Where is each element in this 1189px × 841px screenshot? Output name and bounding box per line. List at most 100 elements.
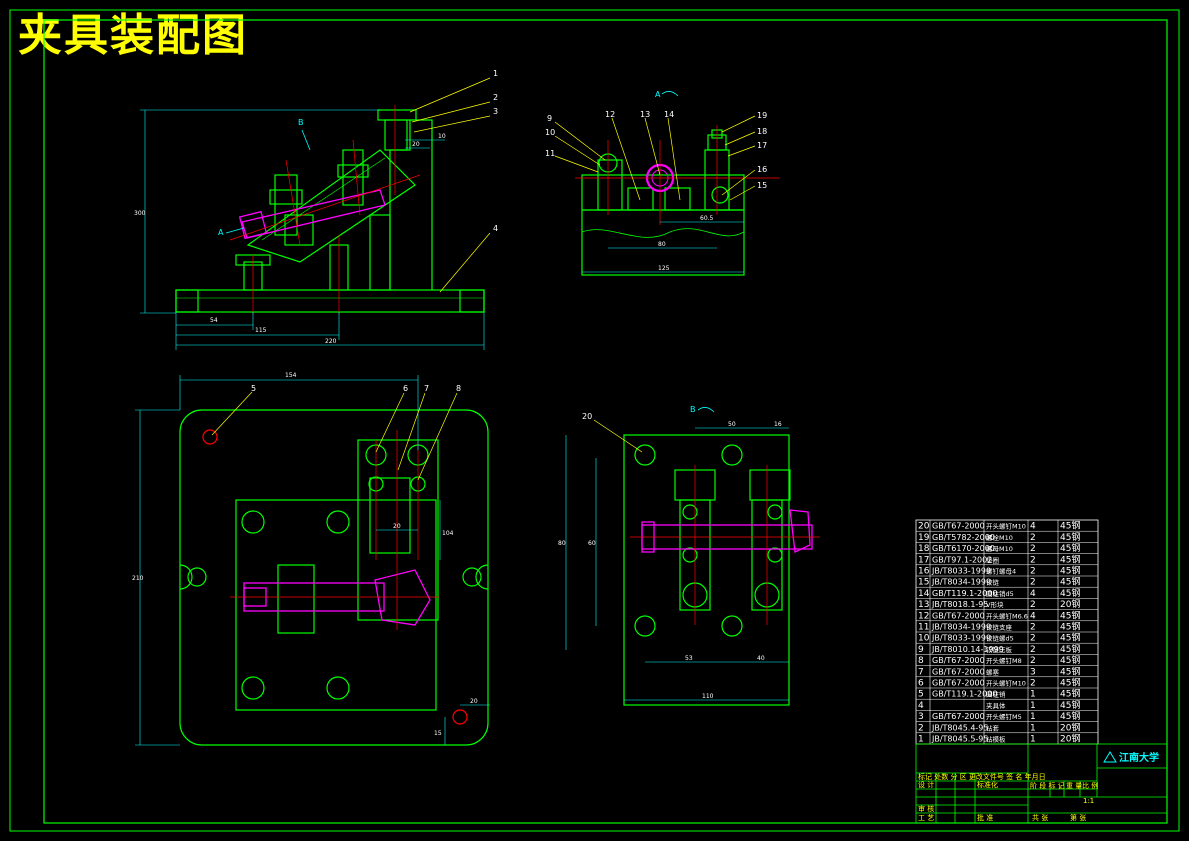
- balloon-6: 6: [403, 384, 408, 393]
- plan-pin-bottom: [452, 709, 468, 725]
- front-dim-54: 54: [210, 317, 218, 324]
- balloon-10: 10: [545, 128, 555, 137]
- bom-cell-no: 16: [918, 567, 930, 577]
- bom-cell-no: 12: [918, 611, 929, 621]
- bom-cell-no: 6: [918, 679, 924, 689]
- bom-cell-mat: 45钢: [1060, 587, 1080, 599]
- bom-cell-std: GB/T67-2000: [932, 656, 985, 665]
- front-dim-115: 115: [255, 327, 267, 334]
- bom-cell-qty: 1: [1030, 712, 1036, 722]
- bom-cell-std: JB/T8045.4-95: [931, 723, 989, 732]
- bom-cell-mat: 45钢: [1060, 643, 1080, 655]
- bom-cell-mat: 45钢: [1060, 565, 1080, 577]
- bom-cell-mat: 45钢: [1060, 710, 1080, 722]
- bom-cell-qty: 4: [1030, 589, 1036, 599]
- bom-cell-no: 11: [918, 623, 929, 633]
- bom-cell-mat: 45钢: [1060, 531, 1080, 543]
- balloon-13: 13: [640, 110, 650, 119]
- bom-cell-no: 18: [918, 544, 930, 554]
- side-top-dim-605: 60.5: [700, 215, 714, 222]
- tb-craft: 工 艺: [918, 814, 934, 822]
- balloon-7: 7: [424, 384, 429, 393]
- tb-review: 审 核: [918, 804, 934, 813]
- tb-scale: 1:1: [1083, 797, 1094, 805]
- bom-cell-std: JB/T8033-1999: [931, 634, 991, 643]
- bom-cell-qty: 1: [1030, 735, 1036, 745]
- bom-cell-qty: 3: [1030, 667, 1036, 677]
- bom-cell-no: 20: [918, 522, 930, 532]
- section-arrow-b: [697, 407, 715, 413]
- balloon-1: 1: [493, 69, 498, 78]
- bom-cell-mat: 45钢: [1060, 688, 1080, 700]
- side-bottom-dim-53: 53: [685, 655, 693, 662]
- plan-dimensions: [135, 375, 490, 746]
- bom-cell-qty: 1: [1030, 701, 1036, 711]
- balloon-3: 3: [493, 107, 498, 116]
- bom-cell-no: 4: [918, 701, 924, 711]
- section-label-b: B: [690, 405, 696, 414]
- plan-dim-210: 210: [132, 575, 144, 582]
- bom-cell-name: 开头螺钉M8: [986, 656, 1022, 665]
- bom-cell-qty: 4: [1030, 611, 1036, 621]
- bom-cell-name: 铰链: [986, 578, 1000, 587]
- bom-cell-mat: 45钢: [1060, 621, 1080, 633]
- bom-cell-qty: 2: [1030, 623, 1036, 633]
- balloon-8: 8: [456, 384, 461, 393]
- plan-dim-20b: 20: [470, 698, 478, 705]
- balloon-20: 20: [582, 412, 592, 421]
- bom-cell-qty: 2: [1030, 567, 1036, 577]
- balloon-15: 15: [757, 181, 767, 190]
- bom-cell-qty: 2: [1030, 578, 1036, 588]
- balloon-18: 18: [757, 127, 767, 136]
- side-top-breakline: [581, 228, 745, 238]
- bom-cell-name: 夹具体: [986, 701, 1006, 710]
- bom-cell-no: 10: [918, 634, 930, 644]
- bom-cell-qty: 1: [1030, 723, 1036, 733]
- bom-cell-qty: 2: [1030, 634, 1036, 644]
- balloon-5: 5: [251, 384, 256, 393]
- school-logo-icon: [1103, 751, 1117, 763]
- front-view-leaders: [409, 77, 491, 293]
- plan-dim-15: 15: [434, 730, 442, 737]
- plan-leaders: [211, 391, 458, 481]
- side-bottom-dim-16: 16: [774, 421, 782, 428]
- balloon-9: 9: [547, 114, 552, 123]
- bom-cell-qty: 2: [1030, 645, 1036, 655]
- bom-cell-name: 开头螺钉M10: [986, 522, 1026, 531]
- bom-cell-name: 开头螺钉M5: [986, 712, 1022, 721]
- plan-dim-104: 104: [442, 530, 454, 537]
- bom-cell-std: GB/T67-2000: [932, 712, 985, 721]
- tb-ratio: 比 例: [1082, 781, 1098, 790]
- bom-cell-name: 铰链压板: [986, 645, 1013, 654]
- bom-cell-no: 15: [918, 578, 929, 588]
- bom-cell-mat: 20钢: [1060, 733, 1080, 745]
- bom-cell-mat: 45钢: [1060, 553, 1080, 565]
- bom-cell-qty: 2: [1030, 533, 1036, 543]
- side-bottom-dim-60: 60: [588, 540, 596, 547]
- front-view-centerlines: [229, 105, 421, 315]
- bom-cell-no: 8: [918, 656, 924, 666]
- view-arrow-b: [301, 129, 311, 151]
- side-bottom-workpiece: [641, 509, 813, 553]
- bom-cell-std: JB/T8018.1-95: [931, 600, 989, 609]
- bom-cell-name: 圆柱销d5: [986, 589, 1014, 598]
- bom-cell-name: V形块: [986, 600, 1004, 609]
- bom-cell-mat: 20钢: [1060, 598, 1080, 610]
- bom-cell-std: GB/T67-2000: [932, 667, 985, 676]
- bom-cell-qty: 2: [1030, 656, 1036, 666]
- side-bottom-dimensions: [565, 427, 789, 701]
- balloon-17: 17: [757, 141, 767, 150]
- bom-cell-std: JB/T8045.5-95: [931, 735, 989, 744]
- bom-cell-qty: 2: [1030, 555, 1036, 565]
- view-label-a-arrow: A: [218, 228, 224, 237]
- view-label-b-arrow: B: [298, 118, 304, 127]
- bom-cell-std: GB/T97.1-2002: [932, 555, 992, 564]
- front-dim-20: 20: [412, 141, 420, 148]
- bom-cell-mat: 45钢: [1060, 632, 1080, 644]
- front-dim-220: 220: [325, 338, 337, 345]
- bom-cell-qty: 1: [1030, 690, 1036, 700]
- bom-cell-std: JB/T8033-1999: [931, 567, 991, 576]
- bom-cell-std: JB/T8034-1999: [931, 623, 991, 632]
- tb-sheets-total: 共 张: [1032, 813, 1048, 822]
- bom-cell-no: 1: [918, 735, 924, 745]
